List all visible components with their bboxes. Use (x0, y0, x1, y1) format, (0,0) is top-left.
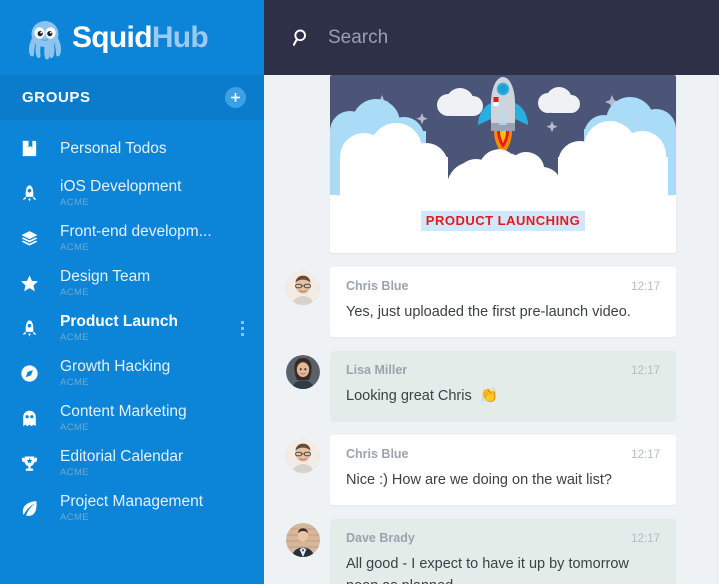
main-panel: PRODUCT LAUNCHING Chris Blue12:17Yes, ju… (264, 0, 719, 584)
brand-name-primary: Squid (72, 20, 153, 54)
sidebar-item-org: ACME (60, 287, 90, 298)
sidebar-item-editorial-calendar[interactable]: Editorial Calendar ACME (0, 441, 264, 486)
avatar-lisa-miller[interactable] (286, 355, 320, 389)
sidebar-item-texts: Project Management ACME (54, 493, 250, 524)
sidebar-item-label: Personal Todos (60, 139, 167, 157)
top-bar (264, 0, 719, 75)
message-bubble[interactable]: Dave Brady 12:17 All good - I expect to ha… (330, 519, 676, 584)
message-header: Chris Blue 12:17 (346, 279, 660, 293)
message-emoji: 👏 (479, 387, 499, 404)
book-icon (20, 139, 54, 158)
squid-octopus-logo-icon (22, 16, 68, 60)
sidebar-item-product-launch[interactable]: Product Launch ACME (0, 306, 264, 351)
star-icon (20, 274, 54, 293)
message-row: Dave Brady 12:17 All good - I expect to ha… (286, 519, 676, 584)
sidebar-item-label: Content Marketing (60, 403, 187, 420)
sidebar-item-org: ACME (60, 467, 90, 478)
sidebar-item-growth-hacking[interactable]: Growth Hacking ACME (0, 351, 264, 396)
search-icon[interactable] (292, 28, 311, 47)
message-author: Chris Blue (346, 447, 409, 461)
message-author: Lisa Miller (346, 363, 408, 377)
message-header: Dave Brady 12:17 (346, 531, 660, 545)
sidebar-item-org: ACME (60, 377, 90, 388)
sidebar-item-org: ACME (60, 332, 90, 343)
sidebar-item-texts: Front-end developm... ACME (54, 223, 250, 254)
sidebar-item-texts: Design Team ACME (54, 268, 250, 299)
compass-icon (20, 364, 54, 383)
sidebar-item-texts: iOS Development ACME (54, 178, 250, 209)
message-text: All good - I expect to have it up by tom… (346, 553, 660, 584)
attachment-caption: PRODUCT LAUNCHING (330, 195, 676, 253)
message-bubble[interactable]: Chris Blue 12:17 Yes, just uploaded the fi… (330, 267, 676, 337)
search-input[interactable] (328, 26, 688, 49)
brand-header[interactable]: SquidHub (0, 0, 264, 75)
sidebar-item-label: Design Team (60, 268, 151, 285)
message-timestamp: 12:17 (631, 533, 660, 545)
message-text-content: Nice :) How are we doing on the wait lis… (346, 472, 612, 488)
groups-list: Personal Todos iOS Development ACME Front-e… (0, 120, 264, 531)
sidebar-item-personal-todos[interactable]: Personal Todos (0, 126, 264, 171)
brand-name: SquidHub (72, 20, 209, 54)
sidebar-item-label: Front-end developm... (60, 223, 212, 240)
sidebar-item-overflow-menu-icon[interactable] (234, 321, 250, 336)
avatar-dave-brady[interactable] (286, 523, 320, 557)
message-text-content: Looking great Chris (346, 388, 472, 404)
groups-header: GROUPS (0, 75, 264, 120)
sidebar-item-ios-development[interactable]: iOS Development ACME (0, 171, 264, 216)
brand-name-secondary: Hub (151, 20, 209, 54)
message-text: Nice :) How are we doing on the wait lis… (346, 469, 660, 491)
message-timestamp: 12:17 (631, 281, 660, 293)
message-author: Dave Brady (346, 531, 415, 545)
message-row: Chris Blue 12:17 Nice :) How are we doing … (286, 435, 676, 505)
rocket-icon (20, 319, 54, 338)
attachment-card[interactable]: PRODUCT LAUNCHING (330, 75, 676, 253)
sidebar-item-org: ACME (60, 512, 90, 523)
ghost-icon (20, 409, 54, 428)
message-text: Yes, just uploaded the first pre-launch … (346, 301, 660, 323)
layers-icon (20, 229, 54, 248)
message-timestamp: 12:17 (631, 449, 660, 461)
sidebar-item-label: Growth Hacking (60, 358, 171, 375)
rocket-icon (20, 184, 54, 203)
sidebar-item-texts: Editorial Calendar ACME (54, 448, 250, 479)
sidebar: SquidHub GROUPS Personal Todos iOS Develo… (0, 0, 264, 584)
message-bubble[interactable]: Chris Blue 12:17 Nice :) How are we doing … (330, 435, 676, 505)
chat-scroll-area[interactable]: PRODUCT LAUNCHING Chris Blue 12:17 Yes, ju… (264, 75, 719, 584)
message-text: Looking great Chris 👏 (346, 385, 660, 407)
sidebar-item-content-marketing[interactable]: Content Marketing ACME (0, 396, 264, 441)
groups-title: GROUPS (22, 89, 91, 106)
message-header: Chris Blue 12:17 (346, 447, 660, 461)
message-text-content: Yes, just uploaded the first pre-launch … (346, 304, 631, 320)
avatar-chris-blue[interactable] (286, 439, 320, 473)
sidebar-item-design-team[interactable]: Design Team ACME (0, 261, 264, 306)
sidebar-item-label: Project Management (60, 493, 204, 510)
message-timestamp: 12:17 (631, 365, 660, 377)
sidebar-item-texts: Content Marketing ACME (54, 403, 250, 434)
message-row: Lisa Miller 12:17 Looking great Chris 👏 (286, 351, 676, 421)
sidebar-item-texts: Personal Todos (54, 140, 250, 158)
sidebar-item-org: ACME (60, 242, 90, 253)
add-group-button[interactable] (225, 87, 246, 108)
rocket-launch-illustration (330, 75, 676, 195)
sidebar-item-label: Editorial Calendar (60, 448, 184, 465)
attachment-caption-text: PRODUCT LAUNCHING (420, 211, 586, 231)
sidebar-item-project-management[interactable]: Project Management ACME (0, 486, 264, 531)
message-author: Chris Blue (346, 279, 409, 293)
message-list: Chris Blue 12:17 Yes, just uploaded the fi… (286, 267, 676, 584)
sidebar-item-label: Product Launch (60, 313, 178, 330)
leaf-icon (20, 499, 54, 518)
message-header: Lisa Miller 12:17 (346, 363, 660, 377)
sidebar-item-label: iOS Development (60, 178, 182, 195)
trophy-icon (20, 454, 54, 473)
message-text-content: All good - I expect to have it up by tom… (346, 556, 629, 584)
sidebar-item-texts: Growth Hacking ACME (54, 358, 250, 389)
avatar-chris-blue[interactable] (286, 271, 320, 305)
sidebar-item-front-end-developm[interactable]: Front-end developm... ACME (0, 216, 264, 261)
message-bubble[interactable]: Lisa Miller 12:17 Looking great Chris 👏 (330, 351, 676, 421)
app-root: SquidHub GROUPS Personal Todos iOS Develo… (0, 0, 719, 584)
message-row: Chris Blue 12:17 Yes, just uploaded the fi… (286, 267, 676, 337)
sidebar-item-texts: Product Launch ACME (54, 313, 234, 344)
sidebar-item-org: ACME (60, 197, 90, 208)
sidebar-item-org: ACME (60, 422, 90, 433)
